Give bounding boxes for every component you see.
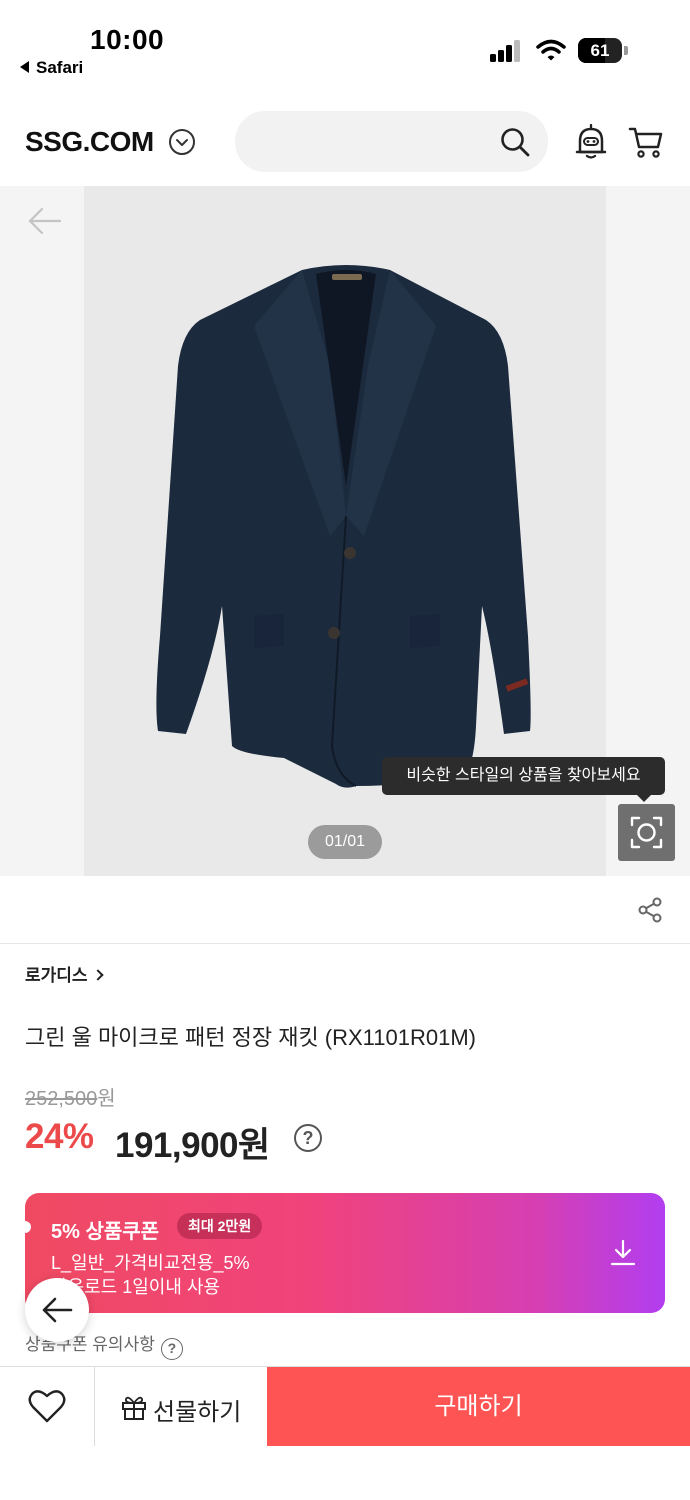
share-icon[interactable] [636, 896, 664, 924]
brand-name: 로가디스 [25, 966, 88, 985]
coupon-condition: L_일반_가격비교전용_5% [51, 1253, 250, 1273]
brand-link[interactable]: 로가디스 [25, 961, 104, 986]
app-header: SSG.COM [0, 100, 690, 186]
buy-button[interactable]: 구매하기 [267, 1367, 690, 1447]
status-time: 10:00 [90, 24, 165, 55]
ssg-logo[interactable]: SSG.COM [25, 126, 154, 158]
wifi-icon [536, 39, 566, 61]
image-counter: 01/01 [308, 825, 382, 859]
search-input[interactable] [235, 111, 548, 172]
battery-indicator: 61 [578, 38, 628, 63]
back-arrow-icon [42, 1297, 73, 1323]
chevron-right-icon [91, 969, 104, 981]
share-row [0, 876, 690, 944]
sale-price: 191,900원 [115, 1126, 270, 1165]
cellular-signal-icon [490, 40, 522, 62]
like-button[interactable] [0, 1367, 95, 1447]
coupon-max-badge: 최대 2만원 [177, 1213, 263, 1239]
notification-robot-icon[interactable] [574, 124, 608, 160]
purchase-bar: 선물하기 구매하기 [0, 1366, 690, 1447]
back-app-label: Safari [36, 58, 84, 77]
gift-icon [122, 1396, 146, 1420]
battery-cap [624, 46, 628, 55]
battery-body: 61 [578, 38, 622, 63]
camera-lens-icon [630, 816, 663, 849]
coupon-title: 5% 상품쿠폰 [51, 1221, 160, 1243]
heart-icon [28, 1390, 66, 1423]
original-price-value: 252,500 [25, 1088, 98, 1110]
status-bar: 10:00 Safari 61 [0, 0, 690, 100]
image-back-arrow-icon[interactable] [26, 206, 62, 236]
search-icon[interactable] [499, 126, 531, 158]
battery-percent: 61 [590, 41, 610, 60]
visual-search-button[interactable] [618, 804, 675, 861]
price-help-icon[interactable]: ? [294, 1124, 322, 1152]
coupon-download-banner[interactable]: 5% 상품쿠폰 최대 2만원 L_일반_가격비교전용_5% 다운로드 1일이내 … [19, 1193, 665, 1313]
cart-icon[interactable] [628, 124, 664, 160]
gift-label: 선물하기 [153, 1399, 242, 1426]
back-to-safari[interactable]: Safari [20, 58, 83, 78]
discount-rate: 24% [25, 1117, 94, 1156]
chevron-down-icon[interactable] [169, 129, 195, 155]
original-price: 252,500원 [25, 1082, 116, 1111]
home-indicator-area [0, 1446, 690, 1500]
similar-style-tooltip: 비슷한 스타일의 상품을 찾아보세요 [382, 757, 665, 802]
coupon-dot [19, 1221, 31, 1233]
notice-help-icon: ? [160, 1338, 183, 1360]
product-gallery[interactable]: 01/01 비슷한 스타일의 상품을 찾아보세요 [0, 186, 690, 876]
floating-back-button[interactable] [25, 1278, 89, 1342]
back-triangle-icon [20, 61, 29, 73]
original-price-unit: 원 [97, 1088, 116, 1110]
gift-button[interactable]: 선물하기 [95, 1367, 267, 1447]
product-title: 그린 울 마이크로 패턴 정장 재킷 (RX1101R01M) [25, 1025, 477, 1050]
download-icon[interactable] [609, 1239, 637, 1267]
